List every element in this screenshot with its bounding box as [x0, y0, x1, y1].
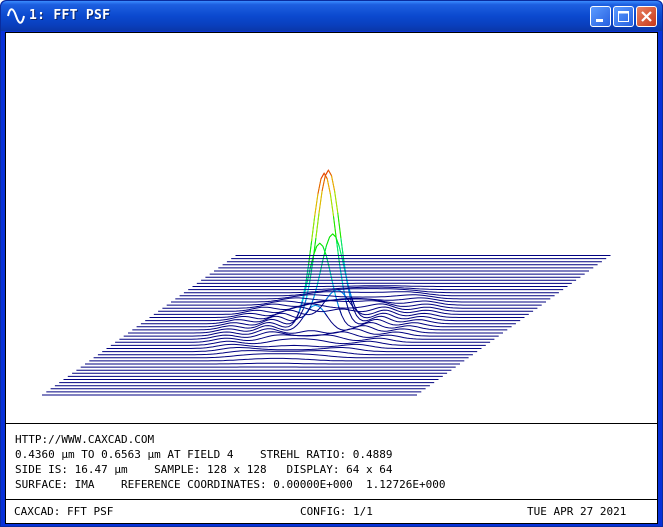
info-reference-coordinates: SURFACE: IMA REFERENCE COORDINATES: 0.00…: [15, 478, 446, 491]
info-url: HTTP://WWW.CAXCAD.COM: [15, 433, 155, 446]
application-window: 1: FFT PSF HTTP://WWW.CAXCAD.COM 0.4360 …: [0, 0, 663, 527]
info-wavelength-strehl: 0.4360 µm TO 0.6563 µm AT FIELD 4 STREHL…: [15, 448, 393, 461]
info-sampling: SIDE IS: 16.47 µm SAMPLE: 128 x 128 DISP…: [15, 463, 393, 476]
minimize-icon: [596, 19, 603, 22]
surface-line: [192, 285, 568, 287]
surface-line: [85, 362, 460, 365]
maximize-icon: [618, 11, 629, 22]
close-button[interactable]: [636, 6, 657, 27]
status-date: TUE APR 27 2021: [527, 505, 627, 518]
close-icon: [641, 11, 652, 22]
info-panel: HTTP://WWW.CAXCAD.COM 0.4360 µm TO 0.656…: [6, 423, 657, 497]
status-config: CONFIG: 1/1: [300, 505, 373, 518]
analysis-window-client: HTTP://WWW.CAXCAD.COM 0.4360 µm TO 0.656…: [5, 32, 658, 524]
status-bar: CAXCAD: FFT PSF CONFIG: 1/1 TUE APR 27 2…: [6, 499, 657, 523]
status-left: CAXCAD: FFT PSF: [14, 505, 114, 518]
window-title: 1: FFT PSF: [29, 8, 111, 23]
fft-psf-surface-plot: [42, 169, 611, 396]
maximize-button[interactable]: [613, 6, 634, 27]
surface-line: [89, 357, 465, 362]
minimize-button[interactable]: [590, 6, 611, 27]
sine-wave-icon: [7, 8, 25, 24]
title-bar[interactable]: 1: FFT PSF: [1, 1, 662, 31]
surface-line: [325, 233, 334, 246]
